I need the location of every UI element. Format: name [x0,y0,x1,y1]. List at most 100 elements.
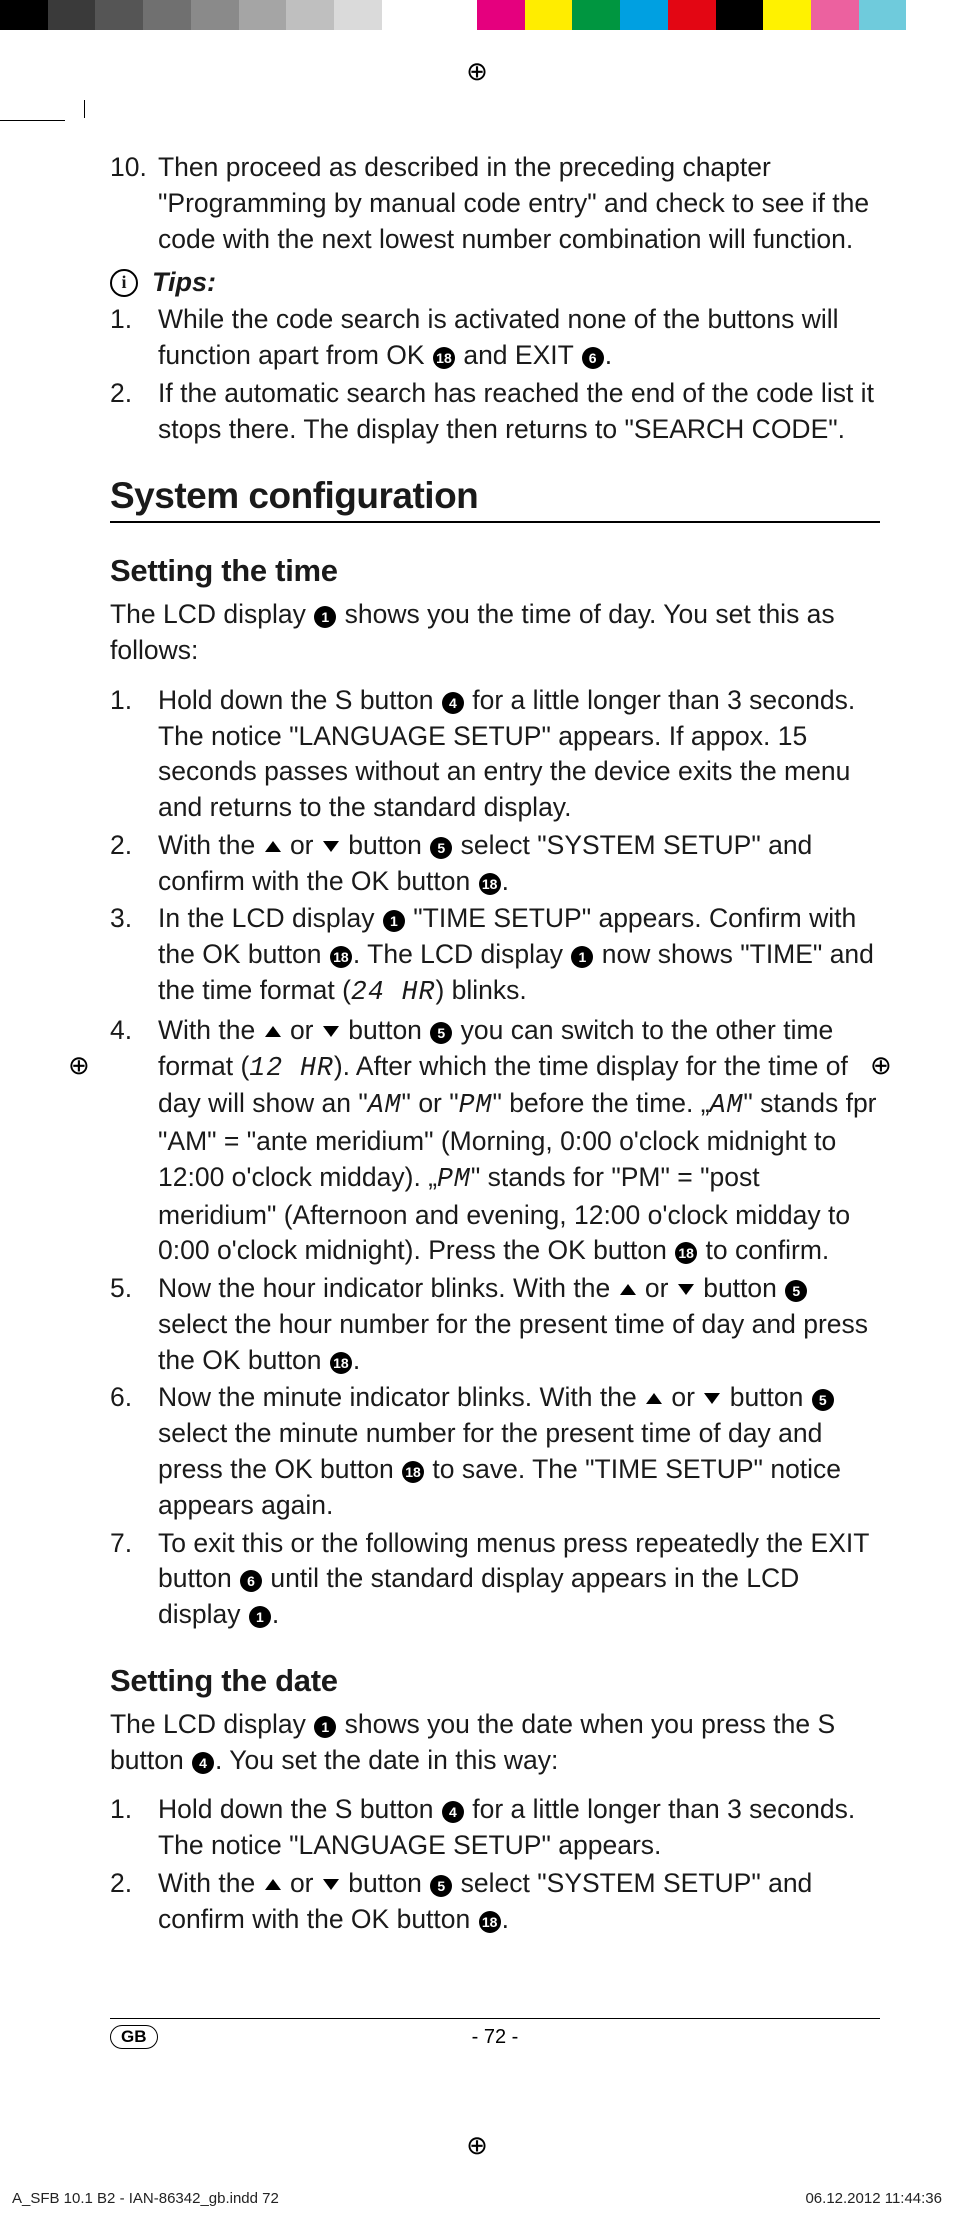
segment-display-text: AM [710,1090,744,1120]
color-swatch [382,0,430,30]
tips-item: 2. If the automatic search has reached t… [110,376,880,448]
arrow-up-icon [620,1284,636,1295]
color-swatch [477,0,525,30]
callout-number-icon: 4 [442,692,464,714]
list-text: Then proceed as described in the precedi… [158,150,880,257]
arrow-down-icon [704,1393,720,1404]
list-item: 2.With the or button 5 select "SYSTEM SE… [110,1866,880,1938]
callout-number-icon: 5 [785,1280,807,1302]
color-swatch [0,0,48,30]
arrow-down-icon [323,1879,339,1890]
list-number: 2. [110,828,158,900]
color-swatch [572,0,620,30]
color-swatch [811,0,859,30]
page-content: 10. Then proceed as described in the pre… [110,150,880,1939]
color-swatch [906,0,954,30]
callout-number-icon: 18 [479,1911,501,1933]
list-text: With the or button 5 you can switch to t… [158,1013,880,1269]
list-number: 5. [110,1271,158,1378]
language-badge: GB [110,2025,158,2049]
arrow-down-icon [323,1026,339,1037]
list-item: 6.Now the minute indicator blinks. With … [110,1380,880,1523]
callout-number-icon: 18 [479,873,501,895]
list-item: 4.With the or button 5 you can switch to… [110,1013,880,1269]
intro-paragraph: The LCD display 1 shows you the date whe… [110,1707,880,1779]
callout-number-icon: 1 [314,1716,336,1738]
tips-list: 1. While the code search is activated no… [110,302,880,447]
callout-number-icon: 18 [330,1352,352,1374]
callout-number-icon: 1 [314,606,336,628]
subsection-heading: Setting the time [110,553,880,589]
callout-number-icon: 5 [812,1389,834,1411]
list-number: 7. [110,1526,158,1633]
callout-number-icon: 1 [571,946,593,968]
list-text: Hold down the S button 4 for a little lo… [158,1792,880,1864]
callout-number-icon: 4 [442,1801,464,1823]
arrow-up-icon [265,841,281,852]
color-swatch [620,0,668,30]
callout-number-icon: 18 [675,1242,697,1264]
print-color-bar [0,0,954,30]
date-steps-list: 1.Hold down the S button 4 for a little … [110,1792,880,1937]
list-item: 1.Hold down the S button 4 for a little … [110,683,880,826]
intro-paragraph: The LCD display 1 shows you the time of … [110,597,880,669]
list-number: 6. [110,1380,158,1523]
callout-number-icon: 6 [240,1570,262,1592]
list-number: 2. [110,1866,158,1938]
callout-number-icon: 5 [430,1022,452,1044]
list-text: Now the minute indicator blinks. With th… [158,1380,880,1523]
list-text: With the or button 5 select "SYSTEM SETU… [158,1866,880,1938]
trim-line [0,120,65,121]
tips-label: Tips: [152,267,216,298]
callout-number-icon: 18 [402,1461,424,1483]
section-heading: System configuration [110,475,880,523]
trim-line [84,100,85,118]
list-item: 2.With the or button 5 select "SYSTEM SE… [110,828,880,900]
callout-number-icon: 4 [192,1752,214,1774]
arrow-up-icon [646,1393,662,1404]
color-swatch [334,0,382,30]
list-number: 1. [110,683,158,826]
arrow-down-icon [323,841,339,852]
callout-number-icon: 1 [249,1606,271,1628]
segment-display-text: PM [459,1090,493,1120]
list-item: 5.Now the hour indicator blinks. With th… [110,1271,880,1378]
color-swatch [429,0,477,30]
page-footer: GB - 72 - [110,2018,880,2049]
arrow-up-icon [265,1026,281,1037]
color-swatch [286,0,334,30]
color-swatch [716,0,764,30]
list-number: 10. [110,150,158,257]
list-number: 3. [110,901,158,1010]
list-text: Now the hour indicator blinks. With the … [158,1271,880,1378]
list-text: If the automatic search has reached the … [158,376,880,448]
list-number: 4. [110,1013,158,1269]
segment-display-text: 24 HR [351,977,436,1007]
info-icon: i [110,269,138,297]
callout-number-icon: 6 [582,347,604,369]
list-text: While the code search is activated none … [158,302,880,374]
list-number: 1. [110,1792,158,1864]
segment-display-text: AM [368,1090,402,1120]
list-number: 2. [110,376,158,448]
print-slug-line: A_SFB 10.1 B2 - IAN-86342_gb.indd 72 06.… [0,2190,954,2207]
segment-display-text: 12 HR [249,1053,334,1083]
slug-timestamp: 06.12.2012 11:44:36 [805,2190,942,2207]
color-swatch [48,0,96,30]
list-item: 1.Hold down the S button 4 for a little … [110,1792,880,1864]
list-item: 3.In the LCD display 1 "TIME SETUP" appe… [110,901,880,1010]
list-item: 7.To exit this or the following menus pr… [110,1526,880,1633]
color-swatch [95,0,143,30]
list-number: 1. [110,302,158,374]
list-text: With the or button 5 select "SYSTEM SETU… [158,828,880,900]
list-text: In the LCD display 1 "TIME SETUP" appear… [158,901,880,1010]
callout-number-icon: 1 [383,910,405,932]
color-swatch [668,0,716,30]
tips-item: 1. While the code search is activated no… [110,302,880,374]
arrow-down-icon [678,1284,694,1295]
registration-mark-icon: ⊕ [466,2130,488,2161]
color-swatch [859,0,907,30]
color-swatch [191,0,239,30]
callout-number-icon: 5 [430,1875,452,1897]
callout-number-icon: 5 [430,837,452,859]
